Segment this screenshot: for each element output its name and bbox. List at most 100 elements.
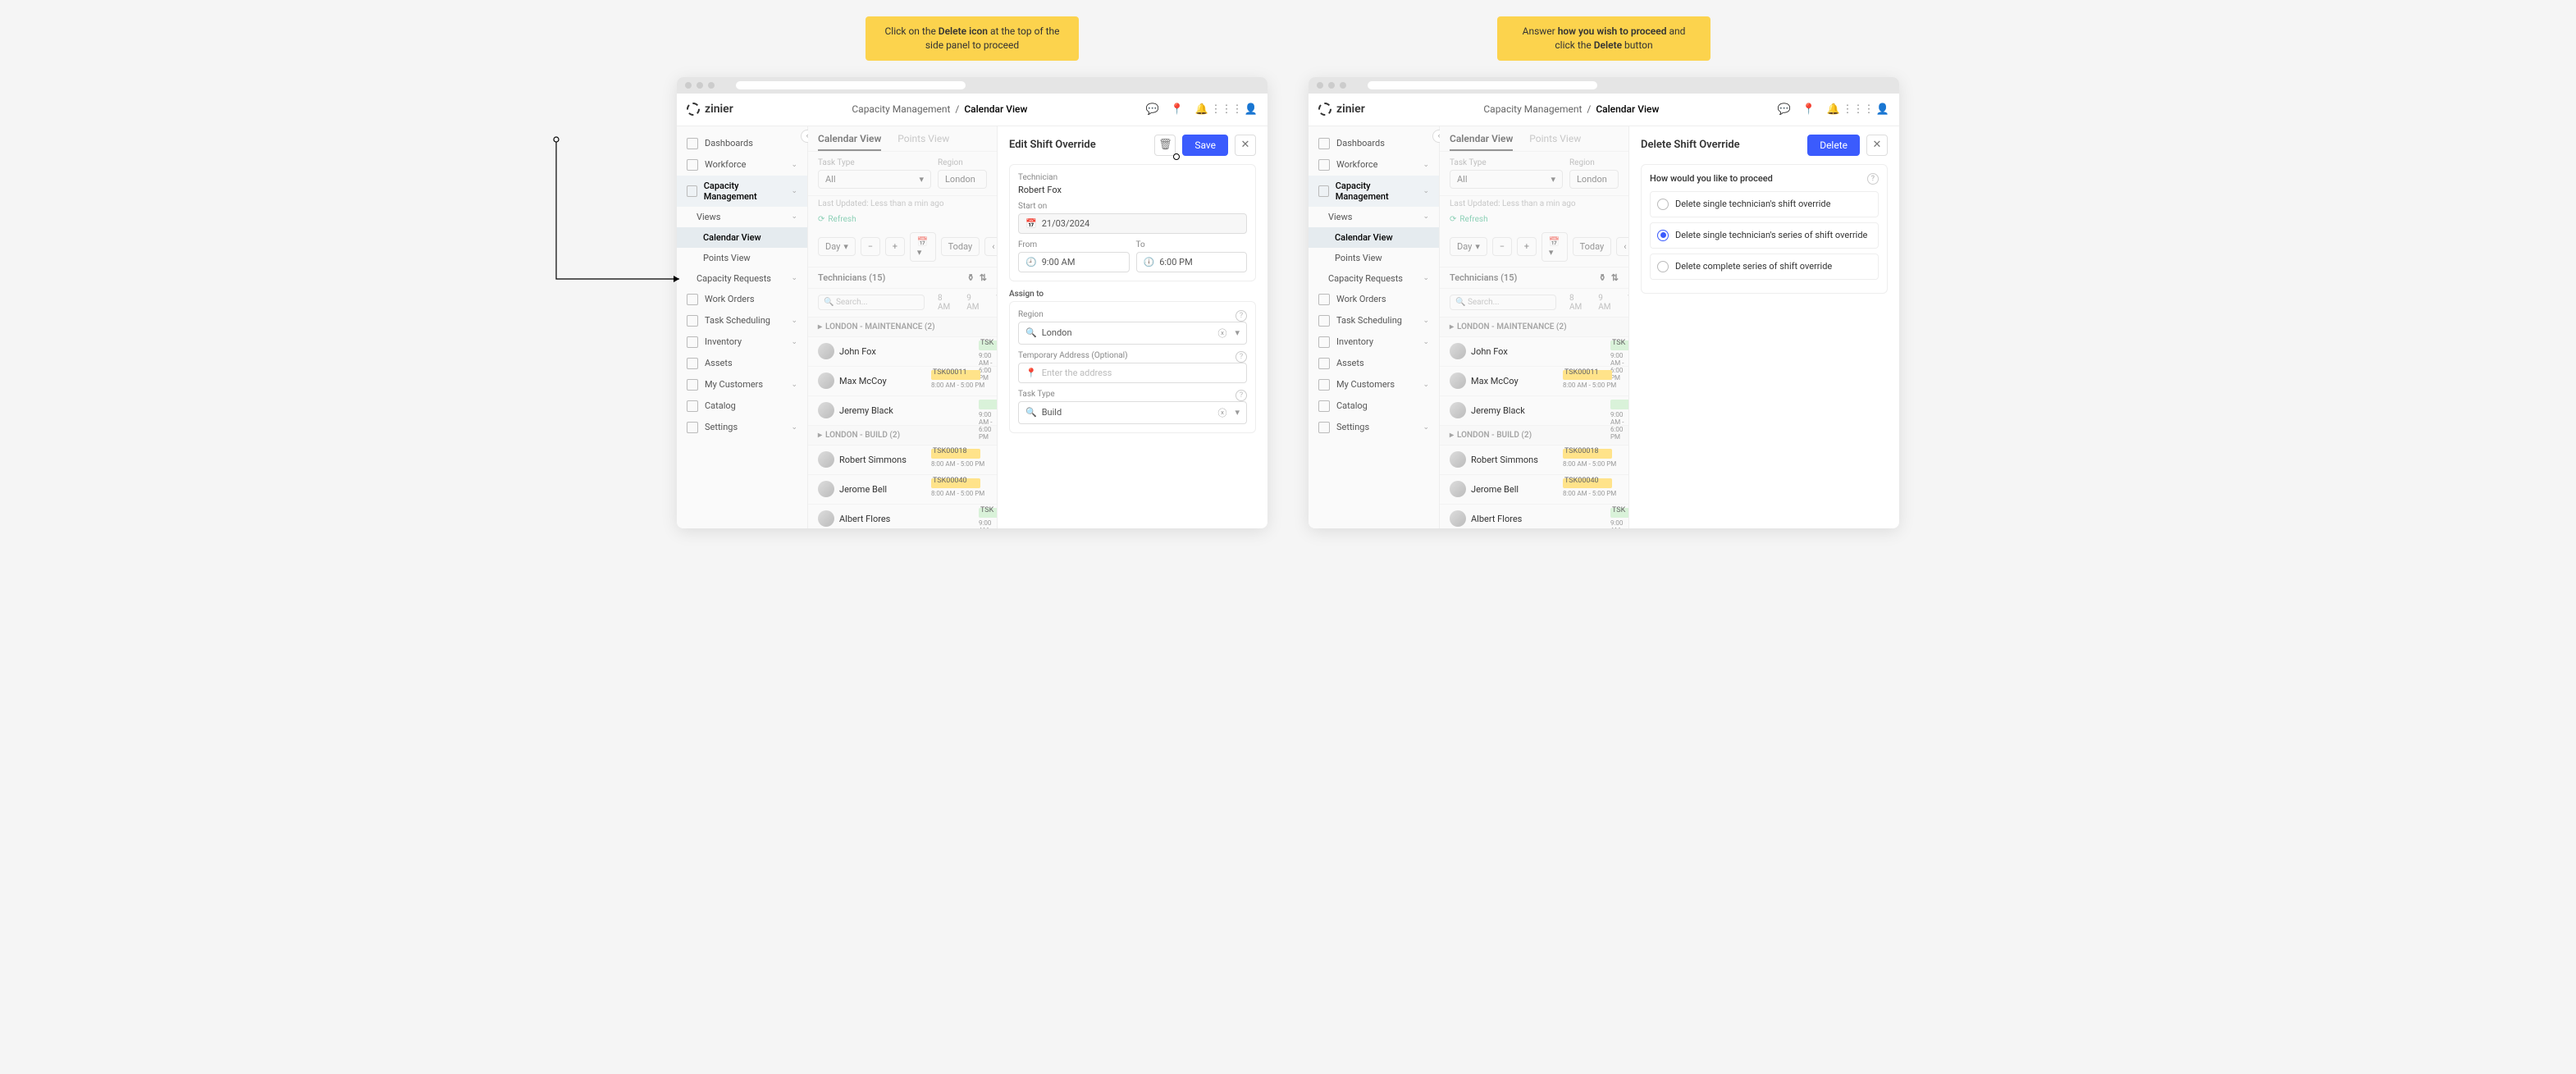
date-picker[interactable]: 📅 ▾ — [910, 232, 936, 262]
help-icon[interactable]: ? — [1235, 310, 1247, 322]
sidebar-item[interactable]: Dashboards — [1309, 133, 1439, 154]
apps-icon[interactable]: ⋮⋮⋮ — [1852, 103, 1865, 116]
task-type-field[interactable]: 🔍 Buildⓧ▾ — [1018, 401, 1247, 424]
comment-icon[interactable]: 💬 — [1146, 103, 1159, 116]
sidebar-item[interactable]: Catalog — [677, 395, 807, 417]
zoom-out[interactable]: − — [1492, 237, 1512, 256]
clear-icon[interactable]: ⓧ — [1217, 406, 1226, 419]
prev-button[interactable]: ‹ — [1616, 237, 1628, 256]
prev-button[interactable]: ‹ — [984, 237, 997, 256]
location-icon[interactable]: 📍 — [1171, 103, 1184, 116]
sidebar-item[interactable]: Workforce⌄ — [677, 154, 807, 176]
save-button[interactable]: Save — [1182, 135, 1228, 156]
zoom-in[interactable]: + — [1517, 237, 1537, 256]
radio-icon[interactable] — [1657, 261, 1669, 272]
sort-icon[interactable]: ⇅ — [1611, 272, 1619, 283]
period-select[interactable]: Day▾ — [1450, 237, 1487, 256]
shift-bar[interactable] — [979, 400, 997, 409]
today-button[interactable]: Today — [1573, 237, 1612, 256]
help-icon[interactable]: ? — [1235, 351, 1247, 363]
delete-option[interactable]: Delete single technician's series of shi… — [1650, 222, 1879, 249]
period-select[interactable]: Day▾ — [818, 237, 856, 256]
filter-icon[interactable]: ⚱ — [1599, 272, 1606, 283]
sidebar-item[interactable]: Settings⌄ — [1309, 417, 1439, 438]
zoom-in[interactable]: + — [885, 237, 905, 256]
user-icon[interactable]: 👤 — [1245, 103, 1258, 116]
url-bar[interactable] — [736, 81, 966, 89]
sidebar-item[interactable]: Capacity Requests⌄ — [1309, 268, 1439, 289]
delete-option[interactable]: Delete single technician's shift overrid… — [1650, 191, 1879, 217]
delete-button[interactable]: Delete — [1807, 135, 1860, 156]
tab-calendar[interactable]: Calendar View — [1450, 133, 1513, 151]
help-icon[interactable]: ? — [1235, 390, 1247, 401]
sidebar-item[interactable]: Views⌄ — [677, 207, 807, 227]
refresh-link[interactable]: Refresh — [828, 215, 856, 224]
group-header[interactable]: ▸ LONDON - MAINTENANCE (2) — [1440, 318, 1628, 337]
shift-bar[interactable] — [1610, 400, 1628, 409]
comment-icon[interactable]: 💬 — [1778, 103, 1791, 116]
sidebar-item[interactable]: Task Scheduling⌄ — [1309, 310, 1439, 331]
radio-icon[interactable] — [1657, 199, 1669, 210]
sidebar-item[interactable]: My Customers⌄ — [677, 374, 807, 395]
sidebar-item[interactable]: Capacity Management⌄ — [677, 176, 807, 207]
date-picker[interactable]: 📅 ▾ — [1541, 232, 1568, 262]
close-icon[interactable]: ✕ — [1866, 135, 1888, 156]
delete-icon[interactable]: 🗑 — [1154, 135, 1176, 156]
today-button[interactable]: Today — [941, 237, 980, 256]
from-time-field[interactable]: 🕘 9:00 AM — [1018, 252, 1130, 272]
sort-icon[interactable]: ⇅ — [980, 272, 987, 283]
tab-points[interactable]: Points View — [1529, 133, 1581, 144]
start-date-field[interactable]: 📅 21/03/2024 — [1018, 213, 1247, 234]
temp-address-field[interactable]: 📍 Enter the address — [1018, 363, 1247, 383]
search-input[interactable]: 🔍 Search... — [1450, 295, 1556, 310]
group-header[interactable]: ▸ LONDON - BUILD (2) — [1440, 426, 1628, 446]
sidebar-item[interactable]: Capacity Requests⌄ — [677, 268, 807, 289]
close-icon[interactable]: ✕ — [1235, 135, 1256, 156]
apps-icon[interactable]: ⋮⋮⋮ — [1220, 103, 1233, 116]
delete-option[interactable]: Delete complete series of shift override — [1650, 254, 1879, 280]
clear-icon[interactable]: ⓧ — [1217, 327, 1226, 340]
bell-icon[interactable]: 🔔 — [1827, 103, 1840, 116]
sidebar-item[interactable]: Points View — [677, 248, 807, 268]
sidebar-item[interactable]: Assets — [677, 353, 807, 374]
help-icon[interactable]: ? — [1867, 173, 1879, 185]
sidebar-item[interactable]: Settings⌄ — [677, 417, 807, 438]
sidebar-item[interactable]: Capacity Management⌄ — [1309, 176, 1439, 207]
sidebar-item[interactable]: Work Orders — [1309, 289, 1439, 310]
sidebar-item[interactable]: Catalog — [1309, 395, 1439, 417]
region-filter[interactable]: London — [1569, 170, 1619, 189]
group-header[interactable]: ▸ LONDON - BUILD (2) — [808, 426, 997, 446]
location-icon[interactable]: 📍 — [1802, 103, 1816, 116]
tab-calendar[interactable]: Calendar View — [818, 133, 881, 151]
sidebar-item[interactable]: Dashboards — [677, 133, 807, 154]
sidebar-item[interactable]: Workforce⌄ — [1309, 154, 1439, 176]
sidebar-item[interactable]: Inventory⌄ — [1309, 331, 1439, 353]
logo[interactable]: zinier — [1318, 103, 1365, 116]
url-bar[interactable] — [1368, 81, 1597, 89]
to-time-field[interactable]: 🕕 6:00 PM — [1136, 252, 1248, 272]
zoom-out[interactable]: − — [861, 237, 880, 256]
sidebar-item[interactable]: Calendar View — [1309, 227, 1439, 248]
search-input[interactable]: 🔍 Search... — [818, 295, 925, 310]
logo[interactable]: zinier — [687, 103, 733, 116]
tab-points[interactable]: Points View — [897, 133, 949, 144]
filter-icon[interactable]: ⚱ — [967, 272, 975, 283]
sidebar-item[interactable]: Work Orders — [677, 289, 807, 310]
region-field[interactable]: 🔍 Londonⓧ▾ — [1018, 322, 1247, 345]
radio-icon[interactable] — [1657, 230, 1669, 241]
user-icon[interactable]: 👤 — [1876, 103, 1889, 116]
sidebar-item[interactable]: Views⌄ — [1309, 207, 1439, 227]
sidebar-item[interactable]: Task Scheduling⌄ — [677, 310, 807, 331]
sidebar-item[interactable]: Points View — [1309, 248, 1439, 268]
refresh-link[interactable]: Refresh — [1459, 215, 1487, 224]
sidebar-item[interactable]: My Customers⌄ — [1309, 374, 1439, 395]
tech-name: Robert Simmons — [1471, 455, 1538, 465]
sidebar-item[interactable]: Inventory⌄ — [677, 331, 807, 353]
sidebar-item[interactable]: Assets — [1309, 353, 1439, 374]
region-filter[interactable]: London — [938, 170, 987, 189]
task-type-filter[interactable]: All▾ — [1450, 170, 1563, 189]
bell-icon[interactable]: 🔔 — [1195, 103, 1208, 116]
sidebar-item[interactable]: Calendar View — [677, 227, 807, 248]
group-header[interactable]: ▸ LONDON - MAINTENANCE (2) — [808, 318, 997, 337]
task-type-filter[interactable]: All▾ — [818, 170, 931, 189]
